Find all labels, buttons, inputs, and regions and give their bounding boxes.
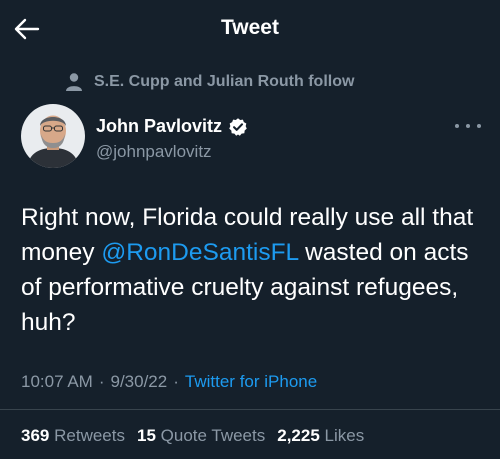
avatar-image	[21, 104, 85, 168]
retweets-stat[interactable]: 369 Retweets	[21, 426, 125, 446]
divider	[0, 409, 500, 410]
page-title: Tweet	[221, 16, 279, 39]
more-options-button[interactable]	[455, 118, 481, 134]
likes-count: 2,225	[277, 426, 320, 445]
tweet-text: Right now, Florida could really use all …	[21, 200, 486, 340]
meta-separator: ·	[98, 372, 105, 391]
more-dot-icon	[477, 124, 481, 128]
tweet-stats: 369 Retweets 15 Quote Tweets 2,225 Likes	[21, 426, 376, 446]
tweet-date[interactable]: 9/30/22	[111, 372, 168, 392]
more-dot-icon	[466, 124, 470, 128]
tweet-source-link[interactable]: Twitter for iPhone	[185, 372, 317, 392]
person-icon	[66, 73, 82, 91]
meta-separator: ·	[173, 372, 179, 391]
tweet-meta: 10:07 AM · 9/30/22 · Twitter for iPhone	[21, 372, 317, 392]
likes-stat[interactable]: 2,225 Likes	[277, 426, 364, 446]
mention-link[interactable]: @RonDeSantisFL	[101, 239, 298, 266]
tweet-time[interactable]: 10:07 AM	[21, 372, 93, 392]
author-handle[interactable]: @johnpavlovitz	[96, 142, 212, 162]
avatar[interactable]	[21, 104, 85, 168]
social-context-text: S.E. Cupp and Julian Routh follow	[94, 73, 355, 90]
likes-label: Likes	[324, 426, 365, 445]
quote-tweets-label: Quote Tweets	[160, 426, 266, 445]
author-name-text: John Pavlovitz	[96, 116, 223, 136]
quote-tweets-stat[interactable]: 15 Quote Tweets	[137, 426, 265, 446]
header-bar: Tweet	[0, 0, 500, 58]
retweets-label: Retweets	[54, 426, 125, 445]
author-name[interactable]: John Pavlovitz	[96, 116, 248, 137]
verified-badge-icon	[229, 117, 247, 136]
quote-tweets-count: 15	[136, 426, 156, 445]
more-dot-icon	[455, 124, 459, 128]
social-context[interactable]: S.E. Cupp and Julian Routh follow	[64, 71, 354, 93]
retweets-count: 369	[21, 426, 50, 445]
